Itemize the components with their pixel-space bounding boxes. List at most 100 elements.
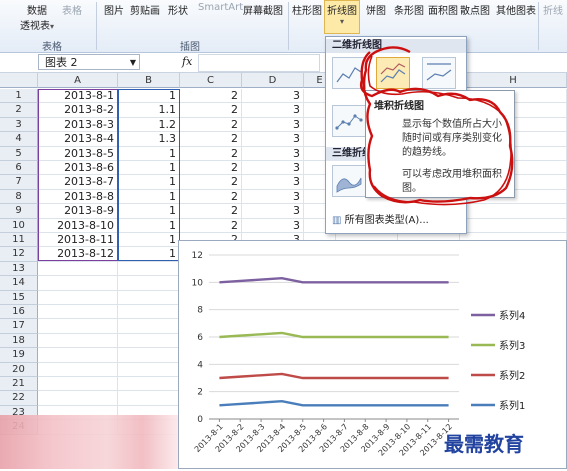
- table-cell[interactable]: 1.1: [118, 103, 180, 118]
- screenshot-button[interactable]: 屏幕截图: [243, 2, 283, 17]
- row-header[interactable]: 5: [0, 146, 38, 161]
- table-cell[interactable]: 2013-8-1: [38, 89, 118, 104]
- line-chart-option[interactable]: [332, 57, 366, 89]
- fx-icon[interactable]: fx: [182, 55, 192, 68]
- column-header-c[interactable]: C: [180, 73, 242, 88]
- table-cell[interactable]: 2013-8-5: [38, 146, 118, 161]
- name-box[interactable]: 图表 2 ▼: [38, 54, 140, 70]
- percent-stacked-line-option[interactable]: [422, 57, 456, 89]
- table-cell[interactable]: 3: [242, 204, 304, 219]
- row-header[interactable]: 13: [0, 261, 38, 277]
- table-cell[interactable]: 3: [242, 161, 304, 176]
- row-header[interactable]: 14: [0, 276, 38, 291]
- table-cell[interactable]: 1: [118, 189, 180, 205]
- table-cell[interactable]: 2: [180, 189, 242, 205]
- table-cell[interactable]: [38, 261, 118, 277]
- table-cell[interactable]: [118, 348, 180, 363]
- table-cell[interactable]: 1: [118, 247, 180, 262]
- table-cell[interactable]: 2013-8-12: [38, 247, 118, 262]
- table-cell[interactable]: [118, 290, 180, 305]
- table-cell[interactable]: [38, 319, 118, 334]
- table-cell[interactable]: 2: [180, 132, 242, 147]
- table-cell[interactable]: [38, 276, 118, 291]
- pivot-table-button[interactable]: 数据 透视表▾: [20, 2, 54, 32]
- row-header[interactable]: 15: [0, 290, 38, 305]
- clipart-button[interactable]: 剪贴画: [130, 2, 160, 17]
- all-chart-types-button[interactable]: ▥ 所有图表类型(A)...: [332, 211, 429, 226]
- formula-input[interactable]: [198, 54, 320, 72]
- table-cell[interactable]: 1: [118, 146, 180, 161]
- shapes-button[interactable]: 形状: [168, 2, 188, 17]
- table-cell[interactable]: 2013-8-3: [38, 117, 118, 133]
- column-header-h[interactable]: H: [460, 73, 567, 88]
- chevron-down-icon[interactable]: ▼: [130, 55, 136, 71]
- bar-chart-button[interactable]: 条形图: [394, 2, 424, 17]
- table-cell[interactable]: 2: [180, 89, 242, 104]
- pie-chart-button[interactable]: 饼图: [366, 2, 386, 17]
- row-header[interactable]: 21: [0, 377, 38, 392]
- table-cell[interactable]: 2013-8-6: [38, 161, 118, 176]
- table-cell[interactable]: 2: [180, 204, 242, 219]
- picture-button[interactable]: 图片: [104, 2, 124, 17]
- row-header[interactable]: 1: [0, 89, 38, 104]
- column-header-d[interactable]: D: [242, 73, 304, 88]
- table-button[interactable]: 表格: [62, 2, 82, 17]
- table-cell[interactable]: [38, 348, 118, 363]
- column-header-a[interactable]: A: [38, 73, 118, 88]
- area-chart-button[interactable]: 面积图: [428, 2, 458, 17]
- table-cell[interactable]: [118, 391, 180, 406]
- table-cell[interactable]: [38, 290, 118, 305]
- stacked-line-chart-option[interactable]: [376, 57, 410, 89]
- line-chart-button[interactable]: 折线图 ▾: [324, 0, 360, 34]
- row-header[interactable]: 11: [0, 233, 38, 248]
- table-cell[interactable]: 2013-8-11: [38, 233, 118, 248]
- table-cell[interactable]: 3: [242, 146, 304, 161]
- table-cell[interactable]: [460, 218, 567, 233]
- table-cell[interactable]: 2013-8-2: [38, 103, 118, 118]
- table-cell[interactable]: [38, 305, 118, 320]
- table-cell[interactable]: 1: [118, 89, 180, 104]
- table-cell[interactable]: 2: [180, 146, 242, 161]
- select-all-corner[interactable]: [0, 73, 38, 88]
- table-cell[interactable]: 1: [118, 218, 180, 233]
- table-cell[interactable]: [118, 261, 180, 277]
- sparkline-button[interactable]: 折线: [543, 2, 563, 17]
- table-cell[interactable]: 1: [118, 161, 180, 176]
- row-header[interactable]: 19: [0, 348, 38, 363]
- table-cell[interactable]: [38, 333, 118, 349]
- table-cell[interactable]: [118, 319, 180, 334]
- row-header[interactable]: 3: [0, 117, 38, 133]
- row-header[interactable]: 20: [0, 362, 38, 377]
- table-cell[interactable]: [118, 276, 180, 291]
- row-header[interactable]: 6: [0, 161, 38, 176]
- table-cell[interactable]: 2013-8-10: [38, 218, 118, 233]
- row-header[interactable]: 10: [0, 218, 38, 233]
- table-cell[interactable]: 3: [242, 103, 304, 118]
- row-header[interactable]: 18: [0, 333, 38, 349]
- table-cell[interactable]: [38, 391, 118, 406]
- table-cell[interactable]: 2013-8-4: [38, 132, 118, 147]
- table-cell[interactable]: 2013-8-7: [38, 175, 118, 190]
- row-header[interactable]: 7: [0, 175, 38, 190]
- table-cell[interactable]: 2: [180, 175, 242, 190]
- table-cell[interactable]: 2: [180, 218, 242, 233]
- row-header[interactable]: 12: [0, 247, 38, 262]
- table-cell[interactable]: [118, 377, 180, 392]
- row-header[interactable]: 4: [0, 132, 38, 147]
- row-header[interactable]: 2: [0, 103, 38, 118]
- other-charts-button[interactable]: 其他图表: [496, 2, 536, 17]
- line-with-markers-option[interactable]: [332, 105, 366, 137]
- 3d-line-option[interactable]: [332, 165, 366, 197]
- table-cell[interactable]: [118, 333, 180, 349]
- row-header[interactable]: 9: [0, 204, 38, 219]
- table-cell[interactable]: 2013-8-9: [38, 204, 118, 219]
- column-chart-button[interactable]: 柱形图: [292, 2, 322, 17]
- row-header[interactable]: 17: [0, 319, 38, 334]
- table-cell[interactable]: 3: [242, 175, 304, 190]
- table-cell[interactable]: 3: [242, 132, 304, 147]
- smartart-button[interactable]: SmartArt: [198, 2, 243, 13]
- table-cell[interactable]: 3: [242, 89, 304, 104]
- table-cell[interactable]: [38, 362, 118, 377]
- table-cell[interactable]: 2: [180, 161, 242, 176]
- table-cell[interactable]: [118, 362, 180, 377]
